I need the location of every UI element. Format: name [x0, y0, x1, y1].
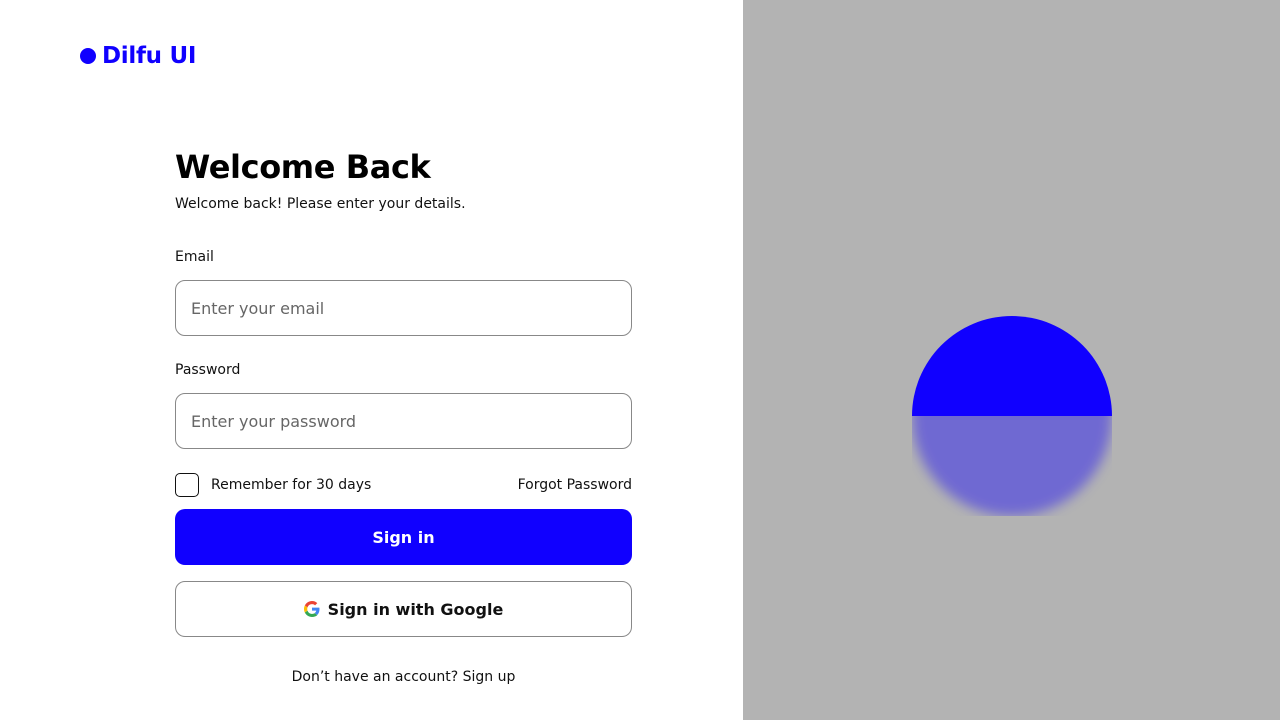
sign-in-button[interactable]: Sign in	[175, 509, 632, 565]
forgot-password-link[interactable]: Forgot Password	[518, 477, 632, 493]
hero-panel	[743, 0, 1280, 720]
signup-row: Don’t have an account? Sign up	[175, 669, 632, 685]
brand-name: Dilfu UI	[102, 43, 197, 69]
form-options-row: Remember for 30 days Forgot Password	[175, 472, 632, 498]
page-title: Welcome Back	[175, 148, 431, 186]
email-label: Email	[175, 249, 214, 265]
remember-me: Remember for 30 days	[175, 473, 371, 497]
signup-prompt: Don’t have an account?	[291, 669, 459, 685]
sign-up-link[interactable]: Sign up	[463, 669, 516, 685]
remember-checkbox[interactable]	[175, 473, 199, 497]
password-label: Password	[175, 362, 241, 378]
google-sign-in-label: Sign in with Google	[327, 599, 504, 619]
login-panel: Dilfu UI Welcome Back Welcome back! Plea…	[0, 0, 743, 720]
login-form: Welcome Back Welcome back! Please enter …	[175, 145, 632, 685]
page-subtitle: Welcome back! Please enter your details.	[175, 196, 466, 212]
frosted-glass-overlay	[899, 416, 1125, 536]
email-field[interactable]	[175, 280, 632, 336]
google-sign-in-button[interactable]: Sign in with Google	[175, 581, 632, 637]
hero-illustration	[899, 316, 1125, 536]
brand-logo: Dilfu UI	[80, 41, 196, 71]
google-icon	[303, 601, 320, 617]
password-field[interactable]	[175, 393, 632, 449]
logo-dot-icon	[80, 48, 96, 64]
remember-label: Remember for 30 days	[211, 477, 372, 493]
